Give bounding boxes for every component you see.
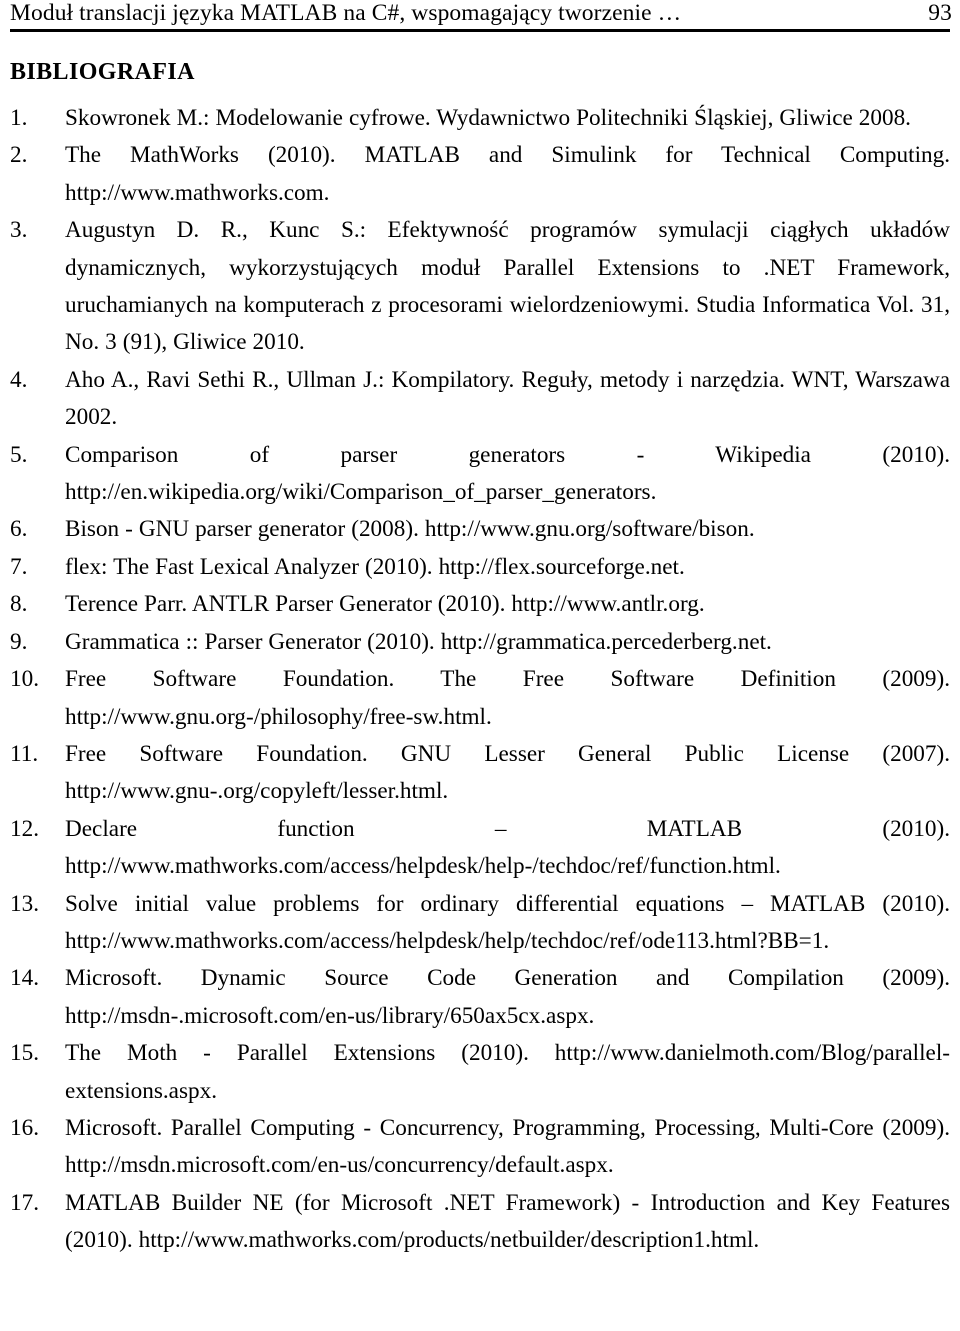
bibliography-entry-number: 14.	[10, 965, 39, 992]
running-head: Moduł translacji języka MATLAB na C#, ws…	[10, 0, 952, 27]
bibliography-entry-text: Grammatica :: Parser Generator (2010). h…	[65, 628, 772, 655]
bibliography-entry: 11. Free Software Foundation. GNU Lesser …	[10, 736, 952, 811]
bibliography-entry-number: 1.	[10, 105, 28, 131]
bibliography-entry-number: 15.	[10, 1040, 39, 1067]
bibliography-entry-number: 13.	[10, 890, 39, 917]
bibliography-entry: 14. Microsoft. Dynamic Source Code Genera…	[10, 960, 952, 1035]
bibliography-entry-text: Free Software Foundation. The Free Softw…	[65, 666, 950, 730]
bibliography-entry: 9. Grammatica :: Parser Generator (2010).…	[10, 624, 952, 661]
bibliography-entry-text: Microsoft. Dynamic Source Code Generatio…	[65, 965, 950, 1029]
bibliography-entry: 3. Augustyn D. R., Kunc S.: Efektywność p…	[10, 212, 952, 362]
bibliography-entry-text: Free Software Foundation. GNU Lesser Gen…	[65, 740, 950, 805]
bibliography-entry-number: 7.	[10, 553, 28, 580]
bibliography-entry-number: 12.	[10, 815, 39, 842]
bibliography-entry-number: 17.	[10, 1189, 39, 1216]
bibliography-entry-number: 9.	[10, 628, 28, 655]
bibliography-entry-text: Declare function – MATLAB (2010). http:/…	[65, 815, 950, 880]
bibliography-entry-text: Solve initial value problems for ordinar…	[65, 890, 950, 954]
bibliography-entry-text: The Moth - Parallel Extensions (2010). h…	[65, 1040, 950, 1104]
bibliography-entry-text: Bison - GNU parser generator (2008). htt…	[65, 516, 755, 543]
bibliography-entry: 16. Microsoft. Parallel Computing - Concu…	[10, 1110, 952, 1185]
bibliography-entry: 12. Declare function – MATLAB (2010). htt…	[10, 811, 952, 886]
bibliography-entry: 6. Bison - GNU parser generator (2008). h…	[10, 511, 952, 548]
bibliography-entry-number: 11.	[10, 740, 39, 767]
bibliography-entry: 2. The MathWorks (2010). MATLAB and Simul…	[10, 137, 952, 212]
bibliography-entry: 7. flex: The Fast Lexical Analyzer (2010)…	[10, 549, 952, 586]
bibliography-entry: 8. Terence Parr. ANTLR Parser Generator (…	[10, 586, 952, 623]
bibliography-entry-text: The MathWorks (2010). MATLAB and Simulin…	[65, 142, 950, 206]
bibliography-entry: 13. Solve initial value problems for ordi…	[10, 886, 952, 961]
document-page: Moduł translacji języka MATLAB na C#, ws…	[0, 0, 960, 1331]
bibliography-entry-number: 3.	[10, 217, 28, 244]
bibliography-entry-number: 5.	[10, 441, 28, 468]
bibliography-entry: 5. Comparison of parser generators - Wiki…	[10, 437, 952, 512]
bibliography-entry-number: 8.	[10, 591, 28, 618]
page-number: 93	[928, 0, 952, 26]
bibliography-entry: 10. Free Software Foundation. The Free So…	[10, 661, 952, 736]
bibliography-entry: 4. Aho A., Ravi Sethi R., Ullman J.: Komp…	[10, 362, 952, 437]
bibliography-entry: 1. Skowronek M.: Modelowanie cyfrowe. Wyd…	[10, 100, 952, 137]
bibliography-entry-text: Comparison of parser generators - Wikipe…	[65, 441, 950, 506]
bibliography-entry-number: 2.	[10, 142, 28, 169]
bibliography-entry-number: 16.	[10, 1114, 39, 1141]
bibliography-list: 1. Skowronek M.: Modelowanie cyfrowe. Wyd…	[10, 100, 952, 1260]
bibliography-entry-text: flex: The Fast Lexical Analyzer (2010). …	[65, 553, 685, 580]
bibliography-entry-text: MATLAB Builder NE (for Microsoft .NET Fr…	[65, 1189, 950, 1254]
bibliography-entry-text: Aho A., Ravi Sethi R., Ullman J.: Kompil…	[65, 366, 950, 431]
header-rule	[10, 29, 950, 32]
running-head-title: Moduł translacji języka MATLAB na C#, ws…	[10, 0, 682, 26]
bibliography-entry: 17. MATLAB Builder NE (for Microsoft .NET…	[10, 1185, 952, 1260]
bibliography-entry-number: 4.	[10, 366, 28, 393]
section-heading-bibliografia: BIBLIOGRAFIA	[10, 59, 195, 85]
bibliography-entry: 15. The Moth - Parallel Extensions (2010)…	[10, 1035, 952, 1110]
bibliography-entry-number: 10.	[10, 666, 39, 693]
bibliography-entry-text: Augustyn D. R., Kunc S.: Efektywność pro…	[65, 217, 950, 356]
bibliography-entry-text: Microsoft. Parallel Computing - Concurre…	[65, 1114, 950, 1179]
bibliography-entry-text: Skowronek M.: Modelowanie cyfrowe. Wydaw…	[65, 105, 911, 131]
bibliography-entry-number: 6.	[10, 516, 28, 543]
bibliography-entry-text: Terence Parr. ANTLR Parser Generator (20…	[65, 591, 705, 618]
